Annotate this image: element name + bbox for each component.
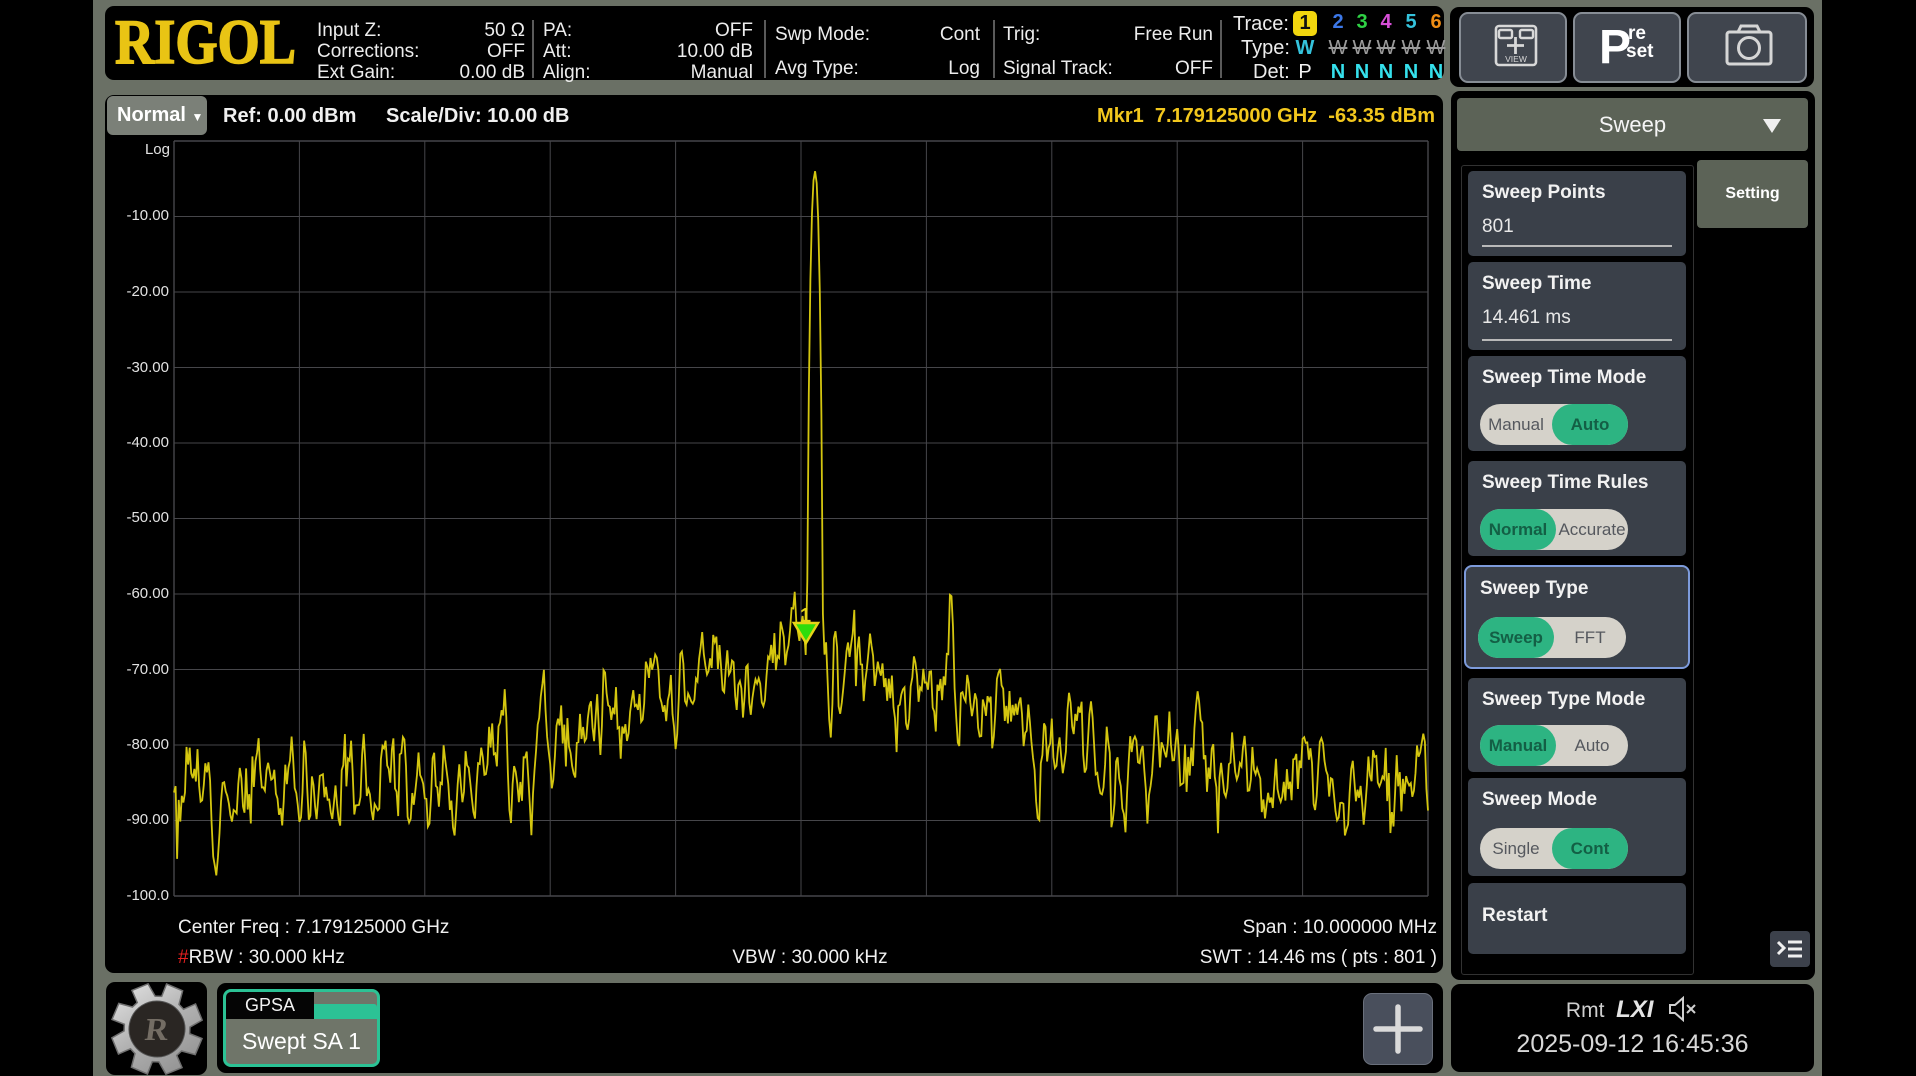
svg-text:VIEW: VIEW xyxy=(1505,54,1527,64)
svg-text:RIGOL: RIGOL xyxy=(115,20,296,72)
svg-text:1: 1 xyxy=(800,605,811,627)
